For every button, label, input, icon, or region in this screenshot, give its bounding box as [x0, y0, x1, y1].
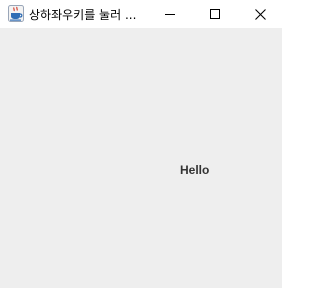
close-icon	[254, 8, 266, 20]
java-coffee-cup-icon[interactable]	[8, 5, 24, 22]
content-panel[interactable]: Hello	[0, 28, 282, 288]
minimize-icon	[165, 9, 175, 19]
app-window: 상하좌우키를 눌러 ... Hello	[0, 0, 282, 288]
hello-label: Hello	[180, 163, 210, 177]
title-bar[interactable]: 상하좌우키를 눌러 ...	[0, 0, 282, 28]
window-title: 상하좌우키를 눌러 ...	[29, 8, 137, 22]
maximize-button[interactable]	[192, 0, 238, 28]
minimize-button[interactable]	[147, 0, 193, 28]
close-button[interactable]	[237, 0, 283, 28]
maximize-icon	[210, 9, 220, 19]
